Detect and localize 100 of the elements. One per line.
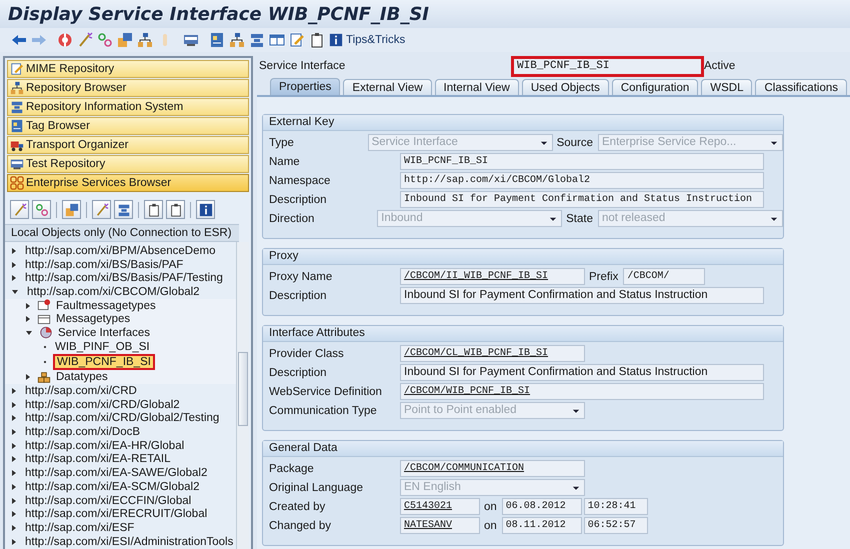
navigation-button[interactable]: Transport Organizer	[7, 136, 249, 154]
tree-tool-button[interactable]	[62, 200, 81, 219]
name-field[interactable]: WIB_PCNF_IB_SI	[513, 58, 702, 74]
navigation-button[interactable]: Repository Information System	[7, 98, 249, 116]
tree-item[interactable]: http://sap.com/xi/CRD/Global2/Testing	[23, 412, 222, 424]
circles-icon[interactable]	[97, 32, 113, 48]
tips-button[interactable]: Tips&Tricks	[329, 33, 406, 47]
status-text: Active	[704, 60, 736, 72]
expand-toggle[interactable]	[12, 511, 16, 518]
monitor-icon[interactable]	[183, 32, 199, 48]
tree-header: Local Objects only (No Connection to ESR)	[5, 224, 239, 242]
expand-toggle[interactable]	[12, 484, 16, 490]
expand-toggle[interactable]	[12, 388, 16, 394]
navigation-button[interactable]: Test Repository	[7, 155, 249, 173]
expand-toggle[interactable]	[26, 330, 32, 335]
tree-item[interactable]: http://sap.com/xi/EA-SAWE/Global2	[23, 467, 210, 480]
input-field[interactable]: http://sap.com/xi/CBCOM/Global2	[400, 172, 764, 189]
field-label: Communication Type	[268, 404, 378, 416]
lifebuoy-icon[interactable]	[57, 32, 73, 48]
tab[interactable]: Internal View	[434, 79, 519, 95]
tree-item[interactable]: http://sap.com/xi/BPM/AbsenceDemo	[23, 244, 218, 257]
expand-toggle[interactable]	[12, 290, 18, 294]
tree-tool-button[interactable]	[144, 200, 163, 219]
tree-item[interactable]: http://sap.com/xi/ECCFIN/Global	[23, 494, 194, 507]
tree-item[interactable]: Messagetypes	[54, 313, 132, 326]
layers-icon[interactable]	[249, 32, 265, 48]
tree-tool-button[interactable]	[196, 200, 215, 219]
expand-toggle[interactable]	[26, 302, 30, 309]
hierarchy-icon[interactable]	[229, 32, 245, 48]
expand-toggle[interactable]	[26, 316, 30, 322]
tree-item[interactable]: http://sap.com/xi/EA-SCM/Global2	[23, 480, 202, 493]
field-label: Package	[268, 462, 315, 474]
tree-item[interactable]: http://sap.com/xi/BS/Basis/PAF	[23, 258, 186, 271]
wand-icon[interactable]	[77, 32, 93, 48]
tree-item[interactable]: Service Interfaces	[56, 326, 152, 339]
expand-toggle[interactable]	[12, 429, 16, 436]
tab[interactable]: Classifications	[755, 79, 847, 95]
navigation-button[interactable]: Tag Browser	[7, 117, 249, 135]
window-icon[interactable]	[269, 32, 285, 48]
expand-toggle[interactable]	[12, 415, 16, 422]
tree-item[interactable]: WIB_PCNF_IB_SI	[53, 354, 155, 370]
clipboard-icon[interactable]	[309, 32, 325, 48]
tree-item[interactable]: http://sap.com/xi/EA-RETAIL	[23, 453, 173, 466]
expand-toggle[interactable]	[12, 498, 16, 504]
tree-item[interactable]: http://sap.com/xi/CBCOM/Global2	[25, 286, 202, 298]
scrollbar[interactable]	[236, 242, 249, 549]
date-field[interactable]: 08.11.2012	[502, 517, 582, 534]
tree-item[interactable]: http://sap.com/xi/BS/Basis/PAF/Testing	[23, 272, 225, 284]
input-field[interactable]: Inbound SI for Payment Confirmation and Status Instruction	[400, 287, 764, 304]
input-field[interactable]: Inbound SI for Payment Confirmation and Status Instruction	[400, 191, 764, 208]
date-field[interactable]: 06.08.2012	[502, 498, 582, 515]
tree-tool-button[interactable]	[114, 200, 133, 219]
back-icon[interactable]	[11, 32, 27, 48]
tab[interactable]: WSDL	[701, 79, 752, 95]
tree-tool-button[interactable]	[166, 200, 185, 219]
tree-item[interactable]: http://sap.com/xi/ESF	[23, 522, 136, 534]
tab[interactable]: External View	[343, 79, 432, 95]
expand-toggle[interactable]	[12, 456, 16, 462]
field-label: on	[483, 520, 498, 532]
navigation-button[interactable]: Enterprise Services Browser	[7, 174, 249, 192]
input-field[interactable]: /CBCOM/II_WIB_PCNF_IB_SI	[400, 268, 585, 285]
expand-toggle[interactable]	[12, 538, 16, 545]
input-field[interactable]: /CBCOM/COMMUNICATION	[400, 460, 585, 477]
tree-item[interactable]: http://sap.com/xi/DocB	[23, 426, 142, 438]
tree-item[interactable]: WIB_PINF_OB_SI	[53, 340, 152, 353]
expand-toggle[interactable]	[26, 374, 30, 380]
tree-item[interactable]: http://sap.com/xi/ERECRUIT/Global	[23, 508, 210, 520]
input-field[interactable]: WIB_PCNF_IB_SI	[400, 153, 764, 170]
tree-item[interactable]: http://sap.com/xi/CRD/Global2	[23, 398, 182, 411]
navigation-button[interactable]: Repository Browser	[7, 79, 249, 97]
field-label: Description	[268, 194, 328, 206]
expand-toggle[interactable]	[12, 248, 16, 254]
expand-toggle[interactable]	[12, 442, 16, 449]
time-field[interactable]: 10:28:41	[584, 498, 648, 515]
document-icon[interactable]	[209, 32, 225, 48]
time-field[interactable]: 06:52:57	[584, 517, 648, 534]
expand-toggle[interactable]	[12, 262, 16, 268]
tab[interactable]: Properties	[270, 78, 340, 95]
expand-toggle[interactable]	[12, 524, 16, 531]
input-field[interactable]: /CBCOM/CL_WIB_PCNF_IB_SI	[400, 345, 585, 362]
input-field[interactable]: /CBCOM/WIB_PCNF_IB_SI	[400, 383, 764, 400]
input-field[interactable]: Inbound SI for Payment Confirmation and Status Instruction	[400, 364, 764, 381]
input-field[interactable]: NATESANV	[400, 517, 480, 534]
input-field[interactable]: C5143021	[400, 498, 480, 515]
squares-icon[interactable]	[117, 32, 133, 48]
tab[interactable]: Used Objects	[522, 79, 609, 95]
input-field[interactable]: /CBCOM/	[623, 268, 706, 285]
tree-item[interactable]: http://sap.com/xi/EA-HR/Global	[23, 440, 186, 452]
hierarchy-icon[interactable]	[137, 32, 153, 48]
expand-toggle[interactable]	[12, 402, 16, 408]
field-label: Prefix	[588, 270, 620, 282]
edit-icon[interactable]	[289, 32, 305, 48]
tree-item[interactable]: http://sap.com/xi/ESI/AdministrationTools	[23, 536, 236, 548]
tree-item[interactable]: http://sap.com/xi/CRD	[23, 385, 139, 398]
expand-toggle[interactable]	[12, 470, 16, 476]
tree-item[interactable]: Datatypes	[54, 371, 110, 384]
tree-item[interactable]: Faultmessagetypes	[54, 300, 158, 312]
expand-toggle[interactable]	[12, 275, 16, 282]
navigation-button[interactable]: MIME Repository	[7, 60, 249, 78]
tab[interactable]: Configuration	[612, 79, 698, 95]
